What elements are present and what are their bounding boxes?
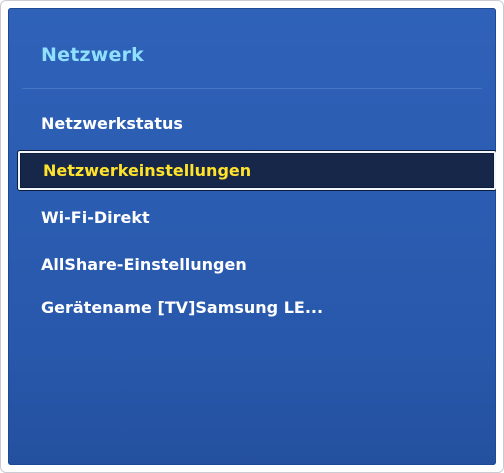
- screenshot-frame: Netzwerk Netzwerkstatus Netzwerkeinstell…: [0, 0, 504, 473]
- title-divider: [22, 88, 482, 89]
- menu-item-wifi-direct[interactable]: Wi-Fi-Direkt: [41, 208, 150, 227]
- menu-item-network-settings[interactable]: Netzwerkeinstellungen: [18, 151, 496, 190]
- menu-item-allshare-settings[interactable]: AllShare-Einstellungen: [41, 255, 247, 274]
- menu-item-network-status[interactable]: Netzwerkstatus: [41, 114, 183, 133]
- network-menu-panel: Netzwerk Netzwerkstatus Netzwerkeinstell…: [8, 8, 496, 465]
- menu-item-device-name[interactable]: Gerätename [TV]Samsung LE...: [41, 298, 323, 317]
- panel-title: Netzwerk: [41, 44, 144, 66]
